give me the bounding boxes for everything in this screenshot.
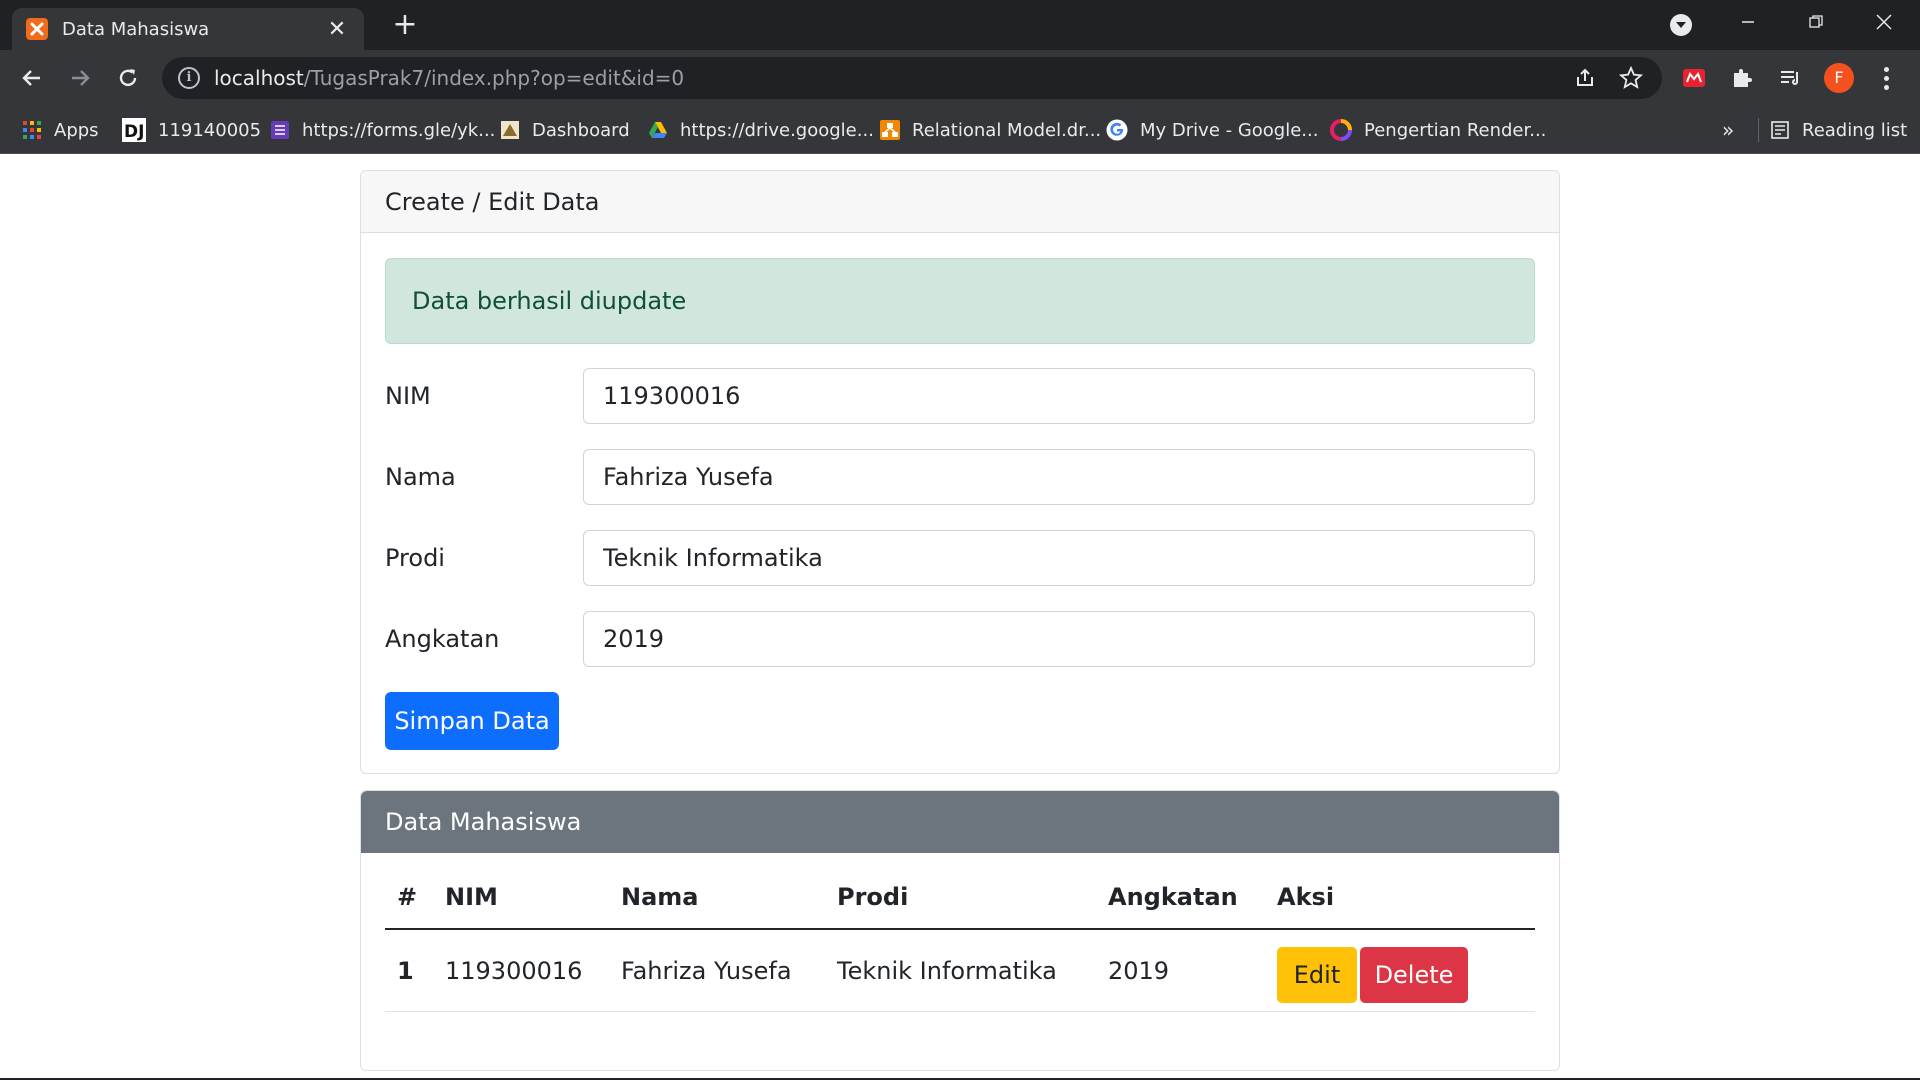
row-nama: Fahriza Yusefa xyxy=(609,929,825,1012)
form-row-prodi: Prodi xyxy=(385,530,1535,586)
column-header: Nama xyxy=(609,866,825,930)
bookmarks-bar: Apps DJ 119140005 https://forms.gle/yk..… xyxy=(0,106,1920,154)
prodi-label: Prodi xyxy=(385,544,445,572)
bookmark-label: https://forms.gle/yk... xyxy=(302,119,496,141)
create-edit-card: Create / Edit Data Data berhasil diupdat… xyxy=(360,170,1560,774)
nim-label: NIM xyxy=(385,382,431,410)
back-arrow-icon[interactable] xyxy=(16,62,48,94)
form-row-nim: NIM xyxy=(385,368,1535,424)
column-header: Angkatan xyxy=(1096,866,1265,930)
delete-button[interactable]: Delete xyxy=(1360,946,1468,1003)
bookmark-apps[interactable]: Apps xyxy=(22,114,99,146)
row-angkatan: 2019 xyxy=(1096,929,1265,1012)
data-mahasiswa-card: Data Mahasiswa # NIM Nama Prodi Angkatan… xyxy=(360,790,1560,1071)
row-number: 1 xyxy=(385,929,433,1012)
itera-icon xyxy=(501,121,519,139)
bookmark-pengertian-render[interactable]: Pengertian Render... xyxy=(1330,114,1546,146)
xampp-icon xyxy=(26,18,48,40)
table-header-row: # NIM Nama Prodi Angkatan Aksi xyxy=(385,866,1535,930)
more-bookmarks-button[interactable]: » xyxy=(1722,118,1734,142)
reading-list-label: Reading list xyxy=(1802,119,1908,141)
media-queue-icon[interactable] xyxy=(1774,62,1806,94)
bookmark-label: 119140005 xyxy=(158,119,262,141)
new-tab-button[interactable]: + xyxy=(390,10,420,41)
forward-arrow-icon[interactable] xyxy=(64,62,96,94)
bookmark-star-icon[interactable] xyxy=(1618,65,1644,91)
bookmark-drive-link[interactable]: https://drive.google... xyxy=(648,114,874,146)
nama-label: Nama xyxy=(385,463,456,491)
active-tab[interactable]: Data Mahasiswa ✕ xyxy=(12,8,364,50)
form-row-angkatan: Angkatan xyxy=(385,611,1535,667)
bookmark-label: Dashboard xyxy=(532,119,630,141)
extensions-puzzle-icon[interactable] xyxy=(1726,62,1758,94)
bookmark-relational-model[interactable]: Relational Model.dr... xyxy=(880,114,1101,146)
bookmark-label: Apps xyxy=(54,119,99,141)
extension-red-icon[interactable] xyxy=(1678,62,1710,94)
row-nim: 119300016 xyxy=(433,929,609,1012)
tab-search-icon[interactable] xyxy=(1670,14,1692,36)
restore-icon[interactable] xyxy=(1782,0,1850,44)
reading-list-icon xyxy=(1771,121,1789,139)
bookmark-119140005[interactable]: DJ 119140005 xyxy=(122,114,261,146)
mahasiswa-table: # NIM Nama Prodi Angkatan Aksi 1 1193000… xyxy=(385,866,1535,1012)
svg-text:DJ: DJ xyxy=(124,122,144,142)
bookmark-label: My Drive - Google... xyxy=(1140,119,1319,141)
google-icon xyxy=(1106,119,1128,141)
dj-icon: DJ xyxy=(122,118,146,142)
minimize-icon[interactable] xyxy=(1714,0,1782,44)
divider xyxy=(1758,118,1759,142)
nama-field[interactable] xyxy=(583,449,1535,505)
form-row-nama: Nama xyxy=(385,449,1535,505)
card-header: Create / Edit Data xyxy=(361,171,1559,233)
browser-toolbar: i localhost/TugasPrak7/index.php?op=edit… xyxy=(0,50,1920,106)
browser-menu-icon[interactable] xyxy=(1874,62,1898,94)
share-icon[interactable] xyxy=(1572,65,1598,91)
card-header: Data Mahasiswa xyxy=(361,791,1559,853)
bookmark-dashboard[interactable]: Dashboard xyxy=(500,114,630,146)
bookmark-label: Relational Model.dr... xyxy=(912,119,1102,141)
google-drive-icon xyxy=(649,122,667,138)
colorful-circle-icon xyxy=(1330,119,1352,141)
tab-close-icon[interactable]: ✕ xyxy=(324,17,350,42)
prodi-field[interactable] xyxy=(583,530,1535,586)
column-header: Prodi xyxy=(825,866,1096,930)
column-header: # xyxy=(385,866,433,930)
url-text[interactable]: localhost/TugasPrak7/index.php?op=edit&i… xyxy=(214,66,684,90)
window-close-icon[interactable] xyxy=(1850,0,1918,44)
tab-strip: Data Mahasiswa ✕ + xyxy=(0,0,1920,50)
angkatan-label: Angkatan xyxy=(385,625,500,653)
tab-title: Data Mahasiswa xyxy=(62,18,210,40)
apps-grid-icon xyxy=(23,121,41,139)
drawio-icon xyxy=(880,120,900,140)
edit-button[interactable]: Edit xyxy=(1277,946,1357,1003)
column-header: Aksi xyxy=(1265,866,1535,930)
address-bar[interactable]: i localhost/TugasPrak7/index.php?op=edit… xyxy=(162,57,1662,99)
table-row: 1 119300016 Fahriza Yusefa Teknik Inform… xyxy=(385,929,1535,1012)
row-actions: Edit Delete xyxy=(1265,929,1535,1012)
row-prodi: Teknik Informatika xyxy=(825,929,1096,1012)
nim-field[interactable] xyxy=(583,368,1535,424)
profile-avatar[interactable]: F xyxy=(1824,63,1854,93)
reading-list-button[interactable]: Reading list xyxy=(1770,114,1907,146)
simpan-data-button[interactable]: Simpan Data xyxy=(385,692,559,750)
angkatan-field[interactable] xyxy=(583,611,1535,667)
bookmark-forms[interactable]: https://forms.gle/yk... xyxy=(270,114,495,146)
bookmark-label: Pengertian Render... xyxy=(1364,119,1547,141)
reload-icon[interactable] xyxy=(112,62,144,94)
site-info-icon[interactable]: i xyxy=(178,67,200,89)
success-alert: Data berhasil diupdate xyxy=(385,258,1535,344)
bookmark-my-drive[interactable]: My Drive - Google... xyxy=(1106,114,1318,146)
bookmark-label: https://drive.google... xyxy=(680,119,874,141)
column-header: NIM xyxy=(433,866,609,930)
google-forms-icon xyxy=(271,121,289,139)
